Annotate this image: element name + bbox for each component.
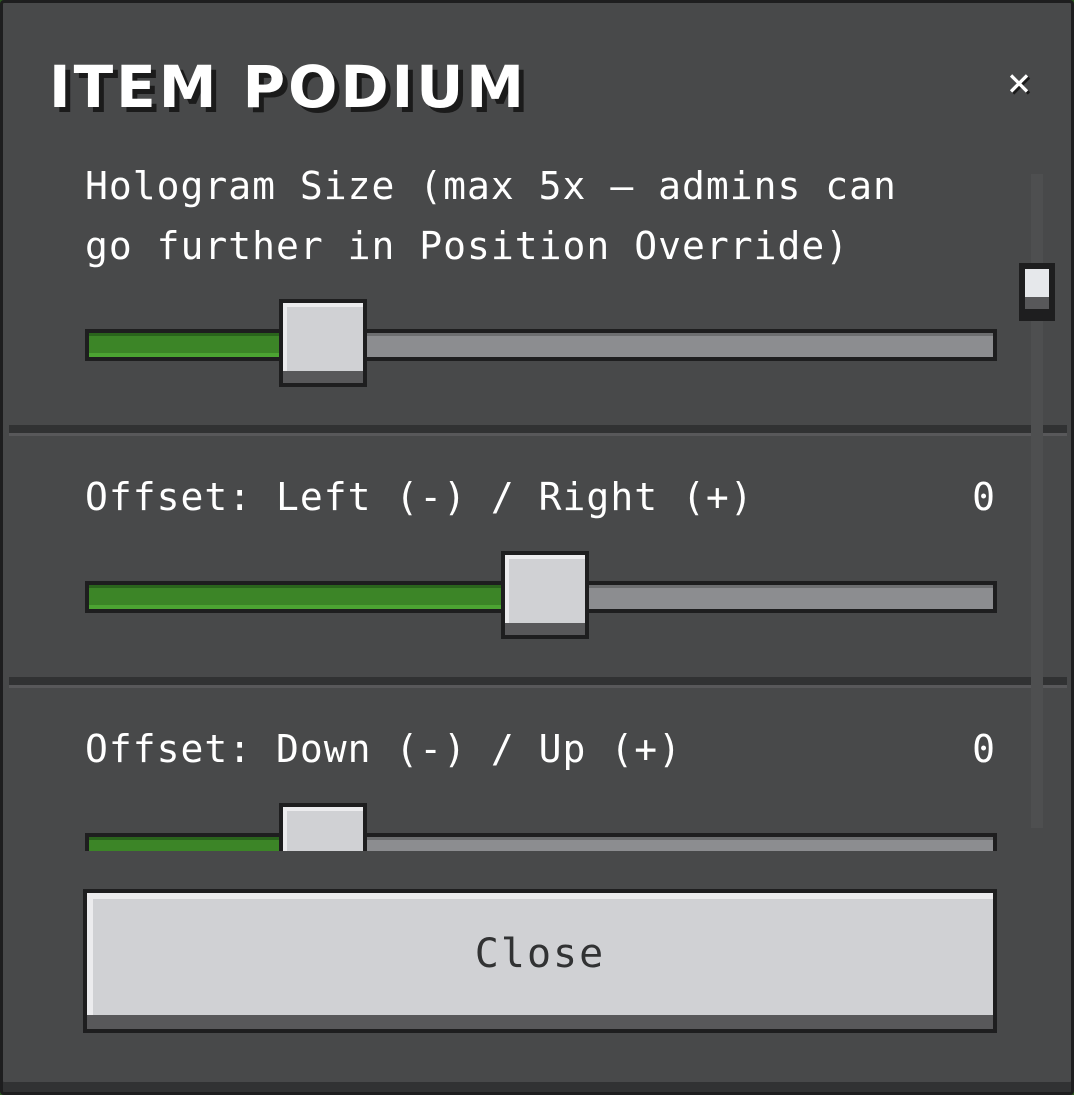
handle-shadow	[505, 623, 585, 635]
offset-down-up-section: Offset: Down (-) / Up (+) 0	[9, 688, 1067, 851]
scrollbar-thumb[interactable]	[1019, 263, 1055, 321]
offset-down-up-label: Offset: Down (-) / Up (+)	[85, 727, 682, 771]
hologram-size-section: Hologram Size (max 5x — admins can go fu…	[9, 153, 1067, 433]
offset-left-right-slider-handle[interactable]	[501, 551, 589, 639]
handle-shadow	[282, 371, 363, 383]
close-button[interactable]: Close	[83, 889, 997, 1033]
close-icon[interactable]: ×	[997, 61, 1041, 105]
settings-scroll-area[interactable]: Hologram Size (max 5x — admins can go fu…	[9, 153, 1067, 851]
hologram-size-label: Hologram Size (max 5x — admins can go fu…	[85, 164, 897, 268]
offset-down-up-value: 0	[972, 727, 995, 771]
section-divider	[9, 677, 1067, 688]
slider-fill	[89, 585, 507, 609]
hologram-size-slider[interactable]	[85, 329, 997, 361]
item-podium-dialog: ITEM PODIUM × Hologram Size (max 5x — ad…	[0, 0, 1074, 1095]
slider-fill	[89, 837, 285, 851]
offset-down-up-slider-handle[interactable]	[278, 803, 367, 851]
close-button-label: Close	[474, 931, 606, 977]
handle-face	[282, 303, 363, 371]
offset-left-right-section: Offset: Left (-) / Right (+) 0	[9, 436, 1067, 686]
handle-face	[282, 807, 363, 851]
offset-down-up-slider[interactable]	[85, 833, 997, 851]
section-divider	[9, 425, 1067, 436]
handle-face	[505, 555, 585, 623]
dialog-title: ITEM PODIUM	[49, 53, 528, 121]
hologram-size-slider-handle[interactable]	[278, 299, 367, 387]
offset-left-right-label: Offset: Left (-) / Right (+)	[85, 475, 754, 519]
offset-left-right-value: 0	[972, 475, 995, 519]
slider-fill	[89, 333, 285, 357]
